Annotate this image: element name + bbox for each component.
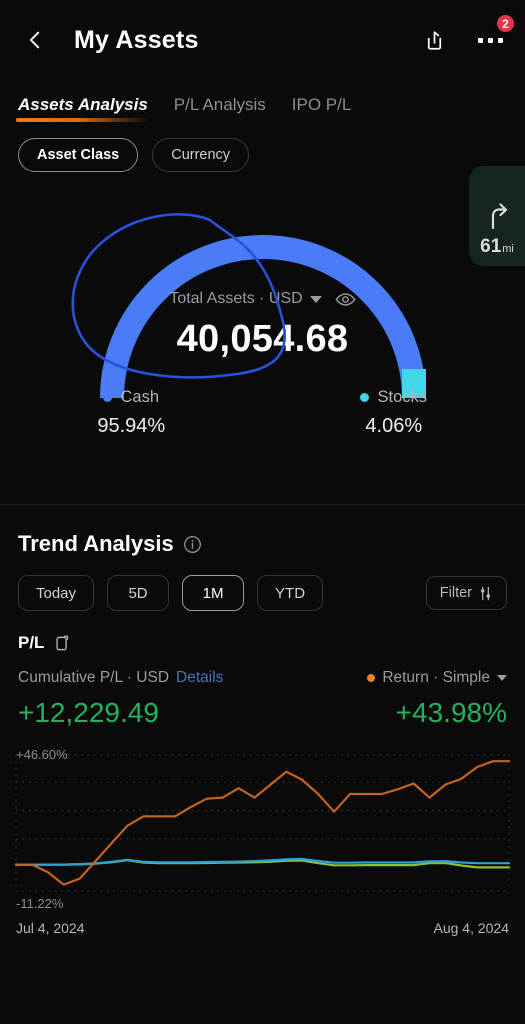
filter-label: Filter [439, 585, 472, 601]
sliders-icon [480, 586, 491, 600]
cumulative-pl-value: +12,229.49 [18, 697, 159, 728]
asset-filter-chips: Asset Class Currency [0, 122, 525, 172]
range-chip-5d[interactable]: 5D [107, 575, 170, 611]
cumulative-pl-caption: Cumulative P/L · USD Details [18, 669, 223, 687]
return-selector[interactable]: Return · Simple [367, 669, 507, 687]
back-button[interactable] [18, 23, 52, 57]
trend-analysis-title: Trend Analysis [18, 531, 174, 556]
more-options-button[interactable]: 2 [473, 13, 516, 57]
chevron-down-icon [309, 295, 322, 303]
details-link[interactable]: Details [176, 669, 223, 687]
tab-pl-analysis[interactable]: P/L Analysis [174, 95, 266, 122]
page-title: My Assets [74, 25, 199, 54]
return-value: +43.98% [395, 697, 507, 728]
donut-legend: Cash 95.94% Stocks 4.06% [0, 388, 525, 438]
chart-ytick-min: -11.22% [16, 896, 64, 911]
chart-ytick-max: +46.60% [16, 747, 68, 762]
tab-assets-analysis[interactable]: Assets Analysis [16, 95, 150, 122]
range-chip-1m[interactable]: 1M [182, 575, 245, 611]
share-button[interactable] [417, 23, 451, 57]
donut-center-content: Total Assets · USD 40,054.68 [0, 290, 525, 361]
pl-stats: Cumulative P/L · USD Details +12,229.49 … [0, 653, 525, 729]
legend-cash-header: Cash [0, 388, 263, 407]
filter-button[interactable]: Filter [425, 576, 507, 610]
legend-stocks-label: Stocks [377, 388, 428, 406]
notification-badge: 2 [495, 13, 516, 34]
chevron-down-icon [497, 675, 507, 681]
legend-cash-percent: 95.94% [97, 415, 166, 437]
legend-stocks-header: Stocks [263, 388, 525, 407]
return-block: Return · Simple +43.98% [367, 669, 507, 729]
return-label: Return · Simple [382, 669, 490, 686]
range-chip-ytd[interactable]: YTD [257, 575, 324, 611]
chart-xtick-start: Jul 4, 2024 [16, 920, 85, 936]
trend-analysis-header: Trend Analysis [0, 505, 525, 557]
eye-icon[interactable] [335, 292, 356, 307]
asset-allocation-donut: Total Assets · USD 40,054.68 Cash 95.94% [0, 180, 525, 500]
chip-asset-class[interactable]: Asset Class [18, 138, 139, 172]
cumulative-pl-block: Cumulative P/L · USD Details +12,229.49 [18, 669, 223, 729]
legend-stocks-percent: 4.06% [365, 415, 423, 437]
copy-icon[interactable] [54, 633, 73, 653]
trend-chart-svg [14, 754, 511, 892]
legend-item-cash: Cash 95.94% [0, 388, 263, 438]
cumulative-pl-label: Cumulative P/L · USD [18, 669, 170, 686]
tab-ipo-pl[interactable]: IPO P/L [292, 95, 352, 122]
legend-cash-label: Cash [120, 388, 160, 406]
pl-label: P/L [18, 633, 45, 652]
info-icon[interactable] [183, 535, 202, 554]
more-horizontal-icon [477, 37, 503, 43]
total-assets-label: Total Assets · USD [169, 290, 303, 307]
my-assets-screen: My Assets 2 Assets Analysis P/L Analysis… [0, 0, 525, 1024]
legend-item-stocks: Stocks 4.06% [263, 388, 525, 438]
chip-currency[interactable]: Currency [152, 138, 250, 172]
time-range-selector: Today 5D 1M YTD Filter [0, 557, 525, 611]
chart-xtick-end: Aug 4, 2024 [433, 920, 509, 936]
chevron-left-icon [29, 31, 40, 49]
total-assets-value: 40,054.68 [176, 318, 349, 360]
tab-bar: Assets Analysis P/L Analysis IPO P/L [0, 80, 525, 122]
top-bar-actions: 2 [417, 13, 516, 57]
pl-header: P/L [0, 611, 525, 653]
top-bar: My Assets 2 [0, 0, 525, 80]
range-chip-today[interactable]: Today [18, 575, 95, 611]
legend-dot-cash [103, 393, 113, 402]
trend-chart[interactable]: +46.60% -11.22% Jul 4, 2024 Aug 4, 2024 [0, 741, 525, 941]
return-dot [367, 674, 376, 682]
share-icon [427, 30, 441, 50]
legend-dot-stocks [360, 393, 370, 402]
total-assets-selector[interactable]: Total Assets · USD [0, 290, 525, 308]
